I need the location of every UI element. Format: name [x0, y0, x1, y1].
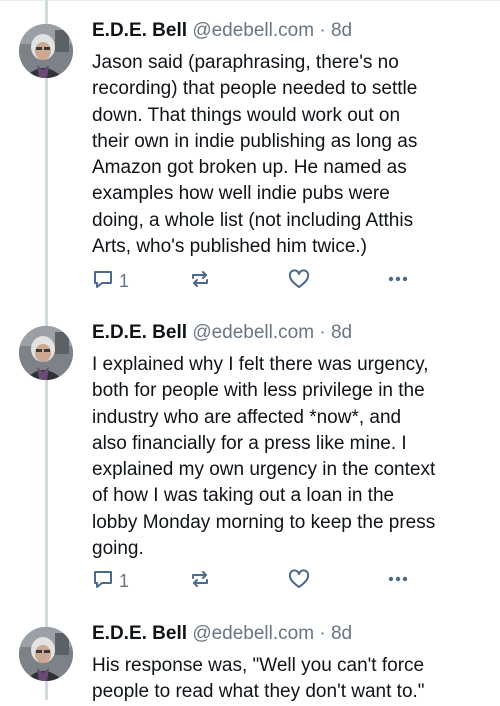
post-header: E.D.E. Bell @edebell.com · 8d: [92, 623, 352, 645]
post-timestamp[interactable]: 8d: [331, 20, 352, 41]
post-thread: E.D.E. Bell @edebell.com · 8d Jason said…: [0, 0, 500, 702]
heart-icon: [288, 568, 310, 595]
reply-button[interactable]: 1: [92, 568, 129, 594]
separator-dot: ·: [319, 20, 326, 41]
divider: [0, 0, 500, 1]
repost-button[interactable]: [189, 268, 211, 294]
avatar[interactable]: [19, 326, 73, 380]
post-text: I explained why I felt there was urgency…: [92, 354, 436, 560]
author-name[interactable]: E.D.E. Bell: [92, 623, 187, 644]
repost-icon: [189, 268, 211, 295]
more-options-button[interactable]: [387, 568, 409, 594]
post-timestamp[interactable]: 8d: [331, 322, 352, 343]
author-handle[interactable]: @edebell.com: [192, 20, 314, 41]
like-button[interactable]: [288, 268, 310, 294]
reply-count: 1: [119, 570, 130, 591]
reply-icon: [92, 568, 114, 595]
reply-icon: [92, 268, 114, 295]
more-icon: [387, 268, 409, 295]
heart-icon: [288, 268, 310, 295]
post-header: E.D.E. Bell @edebell.com · 8d: [92, 20, 352, 42]
reply-count: 1: [119, 270, 130, 291]
author-handle[interactable]: @edebell.com: [192, 322, 314, 343]
post-actions: 1: [92, 568, 422, 594]
reply-button[interactable]: 1: [92, 268, 129, 294]
author-handle[interactable]: @edebell.com: [192, 623, 314, 644]
repost-button[interactable]: [189, 568, 211, 594]
avatar[interactable]: [19, 24, 73, 78]
more-icon: [387, 568, 409, 595]
author-name[interactable]: E.D.E. Bell: [92, 322, 187, 343]
repost-icon: [189, 568, 211, 595]
avatar[interactable]: [19, 627, 73, 681]
post-text: His response was, "Well you can't force …: [92, 655, 425, 703]
like-button[interactable]: [288, 568, 310, 594]
post-header: E.D.E. Bell @edebell.com · 8d: [92, 322, 352, 344]
more-options-button[interactable]: [387, 268, 409, 294]
separator-dot: ·: [319, 322, 326, 343]
author-name[interactable]: E.D.E. Bell: [92, 20, 187, 41]
post-text: Jason said (paraphrasing, there's no rec…: [92, 52, 418, 258]
post-timestamp[interactable]: 8d: [331, 623, 352, 644]
post-actions: 1: [92, 268, 422, 294]
separator-dot: ·: [319, 623, 326, 644]
